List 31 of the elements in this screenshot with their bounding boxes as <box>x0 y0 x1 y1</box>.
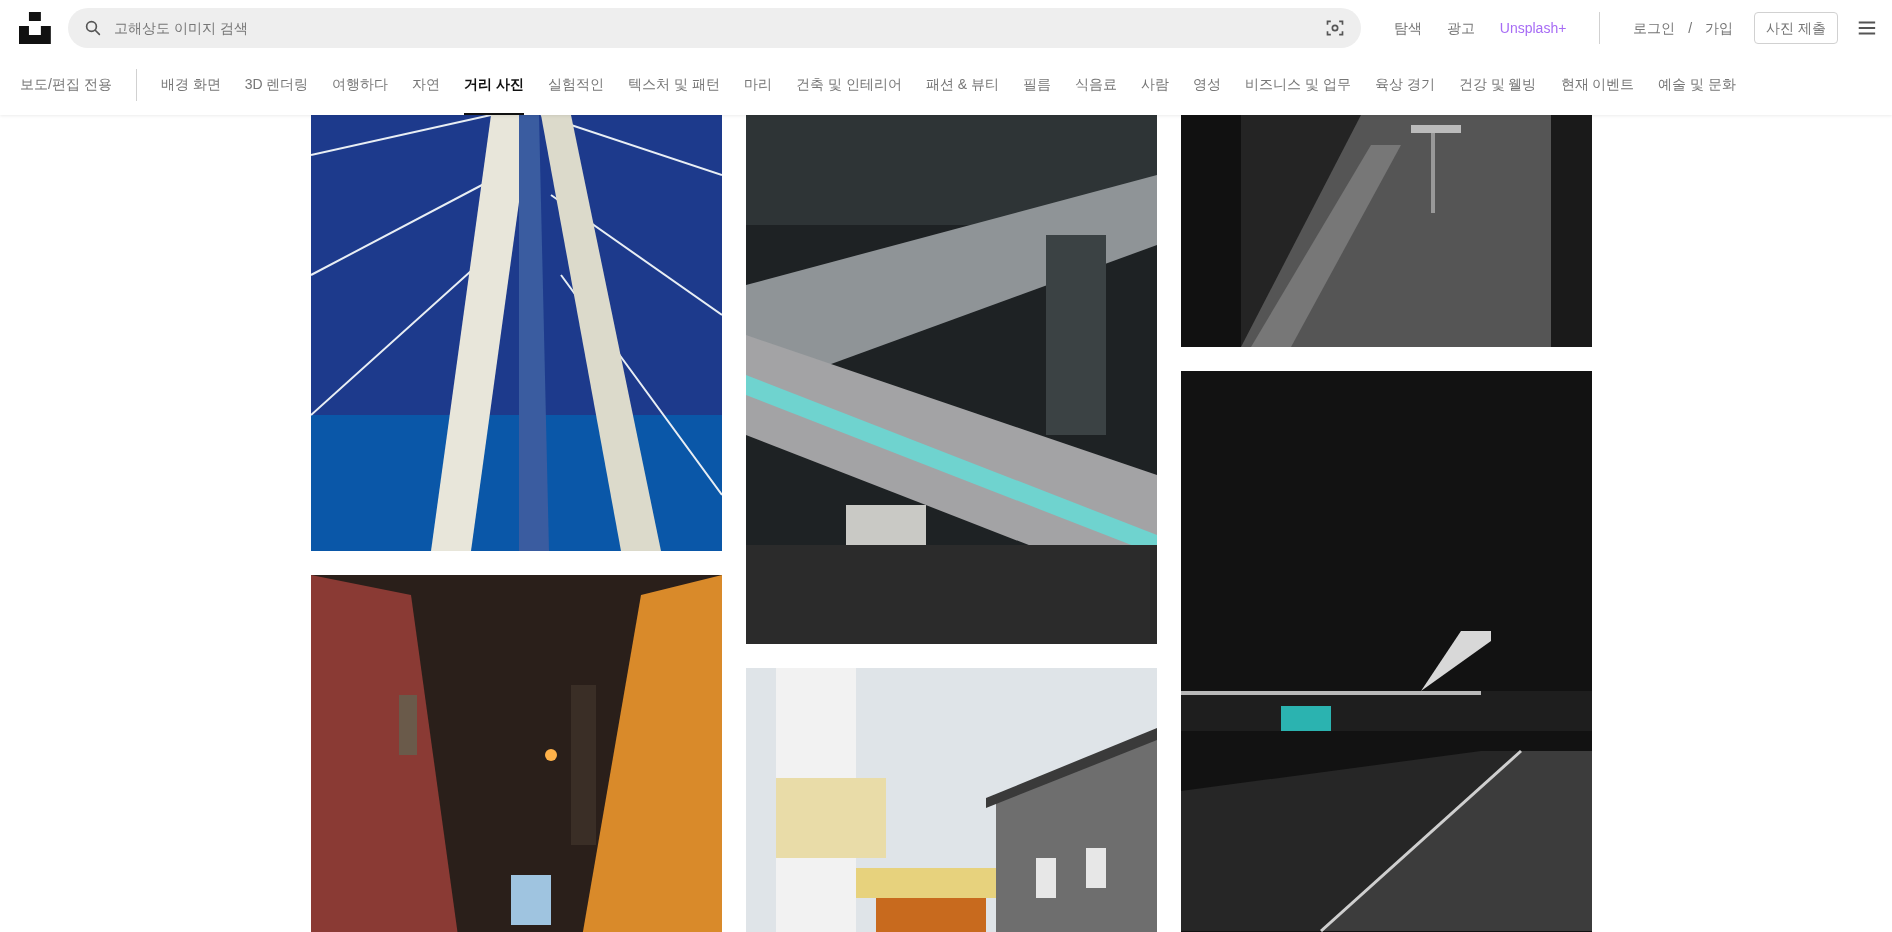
topic-tab[interactable]: 보도/편집 전용 <box>20 54 112 115</box>
topic-tab[interactable]: 육상 경기 <box>1374 54 1435 115</box>
header-link[interactable]: 탐색 <box>1393 17 1422 39</box>
separator-text: / <box>1688 18 1693 38</box>
topic-tab[interactable]: 마리 <box>744 54 773 115</box>
topic-tab[interactable]: 식음료 <box>1075 54 1118 115</box>
logo-icon[interactable] <box>19 12 51 44</box>
topic-tab[interactable]: 현재 이벤트 <box>1560 54 1635 115</box>
login-link[interactable]: 로그인 <box>1633 17 1676 39</box>
topic-tab[interactable]: 자연 <box>412 54 441 115</box>
header-link[interactable]: 광고 <box>1446 17 1475 39</box>
topic-tab[interactable]: 비즈니스 및 업무 <box>1245 54 1351 115</box>
topic-tab[interactable]: 건강 및 웰빙 <box>1458 54 1537 115</box>
search-bar[interactable]: 고해상도 이미지 검색 <box>67 8 1361 48</box>
topic-tab[interactable]: 건축 및 인테리어 <box>796 54 902 115</box>
visual-search-icon[interactable] <box>1324 18 1345 38</box>
unsplash-plus-link[interactable]: Unsplash+ <box>1499 17 1567 39</box>
signup-link[interactable]: 가입 <box>1705 17 1734 39</box>
topic-tab[interactable]: 예술 및 문화 <box>1658 54 1737 115</box>
topic-tab[interactable]: 여행하다 <box>332 54 389 115</box>
topic-tab[interactable]: 사람 <box>1141 54 1170 115</box>
topic-tab[interactable]: 영성 <box>1193 54 1222 115</box>
topic-tab[interactable]: 패션 & 뷰티 <box>925 54 1000 115</box>
topic-tab[interactable]: 텍스처 및 패턴 <box>628 54 721 115</box>
topic-tab[interactable]: 필름 <box>1023 54 1052 115</box>
search-field[interactable]: 고해상도 이미지 검색 <box>113 17 1313 39</box>
topic-tab[interactable]: 실험적인 <box>548 54 605 115</box>
search-icon <box>83 19 102 37</box>
topic-tab[interactable]: 3D 렌더링 <box>244 54 309 115</box>
topic-tab[interactable]: 배경 화면 <box>160 54 221 115</box>
submit-photo-button[interactable]: 사진 제출 <box>1754 12 1839 44</box>
